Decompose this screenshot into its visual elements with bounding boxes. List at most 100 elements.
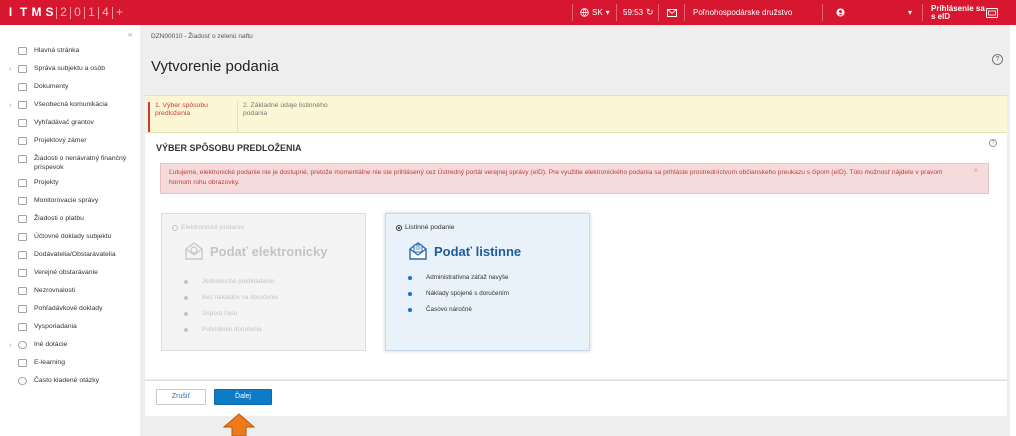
sidebar-item-label: Žiadosti o nenávratný finančný príspevok — [34, 155, 127, 171]
timer-value: 59:53 — [623, 8, 644, 17]
sidebar-item-project-plan[interactable]: Projektový zámer — [0, 133, 140, 151]
user-menu-chevron[interactable]: ▾ — [908, 0, 912, 25]
logo-letter: M — [31, 5, 42, 19]
submission-method-card: VÝBER SPÔSOBU PREDLOŽENIA ? Ľutujeme, el… — [145, 133, 1007, 379]
home-icon — [18, 47, 27, 55]
page-title: Vytvorenie podania — [151, 58, 279, 75]
section-title: VÝBER SPÔSOBU PREDLOŽENIA — [156, 143, 302, 153]
logo-digit: 1 — [88, 5, 95, 19]
topbar-divider — [616, 4, 617, 21]
logo-digit: 2 — [60, 5, 67, 19]
receivables-icon — [18, 305, 27, 313]
sidebar-item-settlements[interactable]: Vysporiadania — [0, 319, 140, 337]
language-switcher[interactable]: SK ▾ — [580, 0, 610, 25]
eid-login-button[interactable]: Prihlásenie sa s eID — [931, 0, 985, 25]
payment-icon — [18, 215, 27, 223]
radio-electronic-label: Elektronické podanie — [181, 224, 245, 231]
accounting-icon — [18, 233, 27, 241]
cancel-button[interactable]: Zrušiť — [156, 389, 206, 405]
sidebar-item-suppliers[interactable]: Dodávatelia/Obstarávatelia — [0, 247, 140, 265]
collapse-sidebar-icon[interactable]: « — [128, 30, 132, 39]
sidebar-item-documents[interactable]: Dokumenty — [0, 79, 140, 97]
sidebar-item-users[interactable]: › Správa subjektu a osôb — [0, 61, 140, 79]
option-paper[interactable]: Listinné podanie Podať listinne Administ… — [385, 213, 590, 351]
section-help-icon[interactable]: ? — [989, 139, 997, 147]
close-icon[interactable]: × — [973, 166, 978, 176]
procurement-icon — [18, 269, 27, 277]
list-item: Úspora času — [184, 306, 278, 322]
next-button[interactable]: Ďalej — [214, 389, 272, 405]
sidebar: « Hlavná stránka › Správa subjektu a osôb D… — [0, 25, 140, 436]
sidebar-item-label: Monitorovacie správy — [34, 197, 99, 204]
sidebar-item-procurement[interactable]: Verejné obstarávanie — [0, 265, 140, 283]
language-label: SK — [592, 8, 603, 17]
organization-name: Poľnohospodárske družstvo — [693, 8, 793, 17]
help-icon[interactable]: ? — [992, 54, 1003, 65]
main-content: DZN00010 - Žiadosť o zelenú naftu Vytvor… — [140, 25, 1010, 436]
list-item: Náklady spojené s doručením — [408, 286, 509, 302]
email-submission-icon — [185, 242, 203, 260]
sidebar-item-elearning[interactable]: E-learning — [0, 355, 140, 373]
sidebar-item-payment[interactable]: Žiadosti o platbu — [0, 211, 140, 229]
envelope-icon — [667, 8, 677, 17]
sidebar-item-label: Hlavná stránka — [34, 47, 80, 54]
list-item: Bez nákladov na doručenie — [184, 290, 278, 306]
topbar-divider — [684, 4, 685, 21]
chevron-right-icon[interactable]: › — [9, 101, 11, 110]
radio-paper[interactable]: Listinné podanie — [396, 224, 455, 231]
sidebar-item-search-grants[interactable]: Vyhľadávač grantov — [0, 115, 140, 133]
sidebar-item-accounting[interactable]: Účtovné doklady subjektu — [0, 229, 140, 247]
topbar-divider — [572, 4, 573, 21]
sidebar-item-label: Dodávatelia/Obstarávatelia — [34, 251, 116, 258]
search-grants-icon — [18, 119, 27, 127]
sidebar-item-label: Pohľadávkové doklady — [34, 305, 103, 312]
sidebar-item-projects[interactable]: Projekty — [0, 175, 140, 193]
projects-icon — [18, 179, 27, 187]
sidebar-item-label: Žiadosti o platbu — [34, 215, 84, 222]
chevron-right-icon[interactable]: › — [9, 65, 11, 74]
sidebar-item-faq[interactable]: Často kladené otázky — [0, 373, 140, 391]
sidebar-item-mail[interactable]: › Všeobecná komunikácia — [0, 97, 140, 115]
users-icon — [18, 65, 27, 73]
radio-button-icon — [172, 224, 178, 231]
faq-icon — [18, 377, 27, 385]
sidebar-item-irregularities[interactable]: Nezrovnalosti — [0, 283, 140, 301]
list-item: Potvrdenie doručenia — [184, 322, 278, 338]
login-label-line2: s eID — [931, 11, 951, 21]
list-item: Administratívna záťaž navyše — [408, 270, 509, 286]
sidebar-item-receivables[interactable]: Pohľadávkové doklady — [0, 301, 140, 319]
radio-paper-label: Listinné podanie — [405, 224, 455, 231]
logo-plus: + — [115, 5, 123, 19]
option-paper-bullets: Administratívna záťaž navyše Náklady spo… — [408, 270, 509, 318]
logo-letter: I — [8, 5, 13, 19]
itms-logo[interactable]: I T M S 2 0 1 4 + — [4, 0, 126, 25]
logo-digit: 0 — [74, 5, 81, 19]
alert-text: Ľutujeme, elektronické podanie nie je do… — [169, 169, 943, 186]
logo-digit: 4 — [102, 5, 109, 19]
user-menu[interactable] — [836, 0, 845, 25]
sidebar-item-monitoring[interactable]: Monitorovacie správy — [0, 193, 140, 211]
sidebar-nav: Hlavná stránka › Správa subjektu a osôb Dok… — [0, 43, 140, 391]
organization-selector[interactable]: Poľnohospodárske družstvo — [693, 0, 792, 25]
step-choose-method[interactable]: 1. Výber spôsobu predloženia — [148, 102, 230, 132]
sidebar-item-label: Iné dotácie — [34, 341, 68, 348]
settlements-icon — [18, 323, 27, 331]
sidebar-item-label: Často kladené otázky — [34, 377, 99, 384]
suppliers-icon — [18, 251, 27, 259]
sidebar-item-label: Projekty — [34, 179, 59, 186]
breadcrumb[interactable]: DZN00010 - Žiadosť o zelenú naftu — [151, 33, 253, 40]
sidebar-item-home[interactable]: Hlavná stránka — [0, 43, 140, 61]
refresh-icon: ↻ — [646, 7, 654, 17]
chevron-down-icon: ▾ — [605, 8, 610, 17]
chevron-right-icon[interactable]: › — [9, 341, 11, 350]
user-icon — [836, 8, 845, 17]
messages-button[interactable] — [667, 0, 677, 25]
session-timer[interactable]: 59:53 ↻ — [623, 0, 654, 25]
sidebar-item-label: Účtovné doklady subjektu — [34, 233, 112, 240]
sidebar-item-other-subsidies[interactable]: › Iné dotácie — [0, 337, 140, 355]
step-basic-data[interactable]: 2. Základné údaje listinného podania — [237, 102, 347, 132]
wizard-steps: 1. Výber spôsobu predloženia 2. Základné… — [145, 95, 1007, 133]
topbar-divider — [658, 4, 659, 21]
sidebar-item-grant-request[interactable]: Žiadosti o nenávratný finančný príspevok — [0, 151, 140, 175]
id-card-login-button[interactable] — [986, 0, 998, 25]
